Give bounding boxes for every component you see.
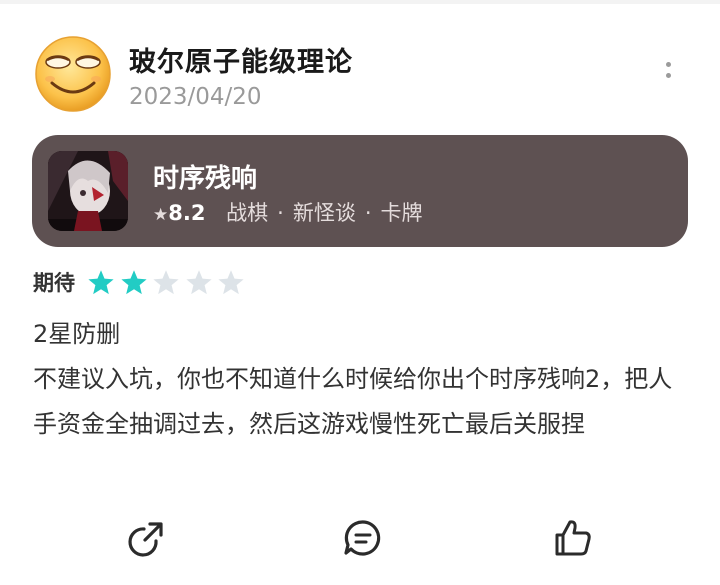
star-icon: ★: [153, 205, 169, 225]
review-body: 不建议入坑，你也不知道什么时候给你出个时序残响2，把人手资金全抽调过去，然后这游…: [33, 365, 673, 438]
star-empty-icon: [185, 269, 212, 294]
star-filled-icon: [120, 269, 147, 294]
rating-stars: [87, 269, 250, 296]
review-text: 2星防删 不建议入坑，你也不知道什么时候给你出个时序残响2，把人手资金全抽调过去…: [33, 312, 693, 447]
more-vertical-icon: [658, 62, 678, 78]
rating-row: 期待: [33, 267, 250, 297]
comment-button[interactable]: [341, 516, 385, 560]
game-score: 8.2: [168, 201, 206, 225]
comment-icon: [344, 520, 381, 556]
game-tag: 卡牌: [380, 201, 423, 225]
game-card[interactable]: 时序残响 ★8.2 战棋 · 新怪谈 · 卡牌: [32, 135, 688, 247]
game-thumbnail: [48, 151, 128, 231]
game-tag: 新怪谈: [292, 201, 356, 225]
share-icon: [128, 522, 163, 557]
star-empty-icon: [153, 269, 179, 294]
smiley-avatar-icon: [35, 36, 111, 112]
avatar[interactable]: [34, 35, 112, 113]
post-date: 2023/04/20: [129, 84, 262, 110]
star-filled-icon: [88, 269, 114, 294]
star-empty-icon: [218, 269, 244, 294]
dot-separator: ·: [277, 201, 284, 225]
game-tag: 战棋: [226, 201, 269, 225]
rating-label: 期待: [33, 271, 75, 295]
dot-separator: ·: [364, 201, 372, 225]
more-options-button[interactable]: [658, 62, 678, 88]
game-meta: ★8.2 战棋 · 新怪谈 · 卡牌: [153, 197, 423, 227]
thumbs-up-icon: [555, 520, 591, 556]
action-bar: [0, 510, 720, 570]
username[interactable]: 玻尔原子能级理论: [129, 40, 353, 79]
like-button[interactable]: [551, 516, 595, 560]
share-button[interactable]: [125, 516, 169, 560]
top-divider: [0, 0, 720, 4]
review-line: 2星防删: [33, 320, 121, 348]
game-title: 时序残响: [153, 164, 258, 194]
